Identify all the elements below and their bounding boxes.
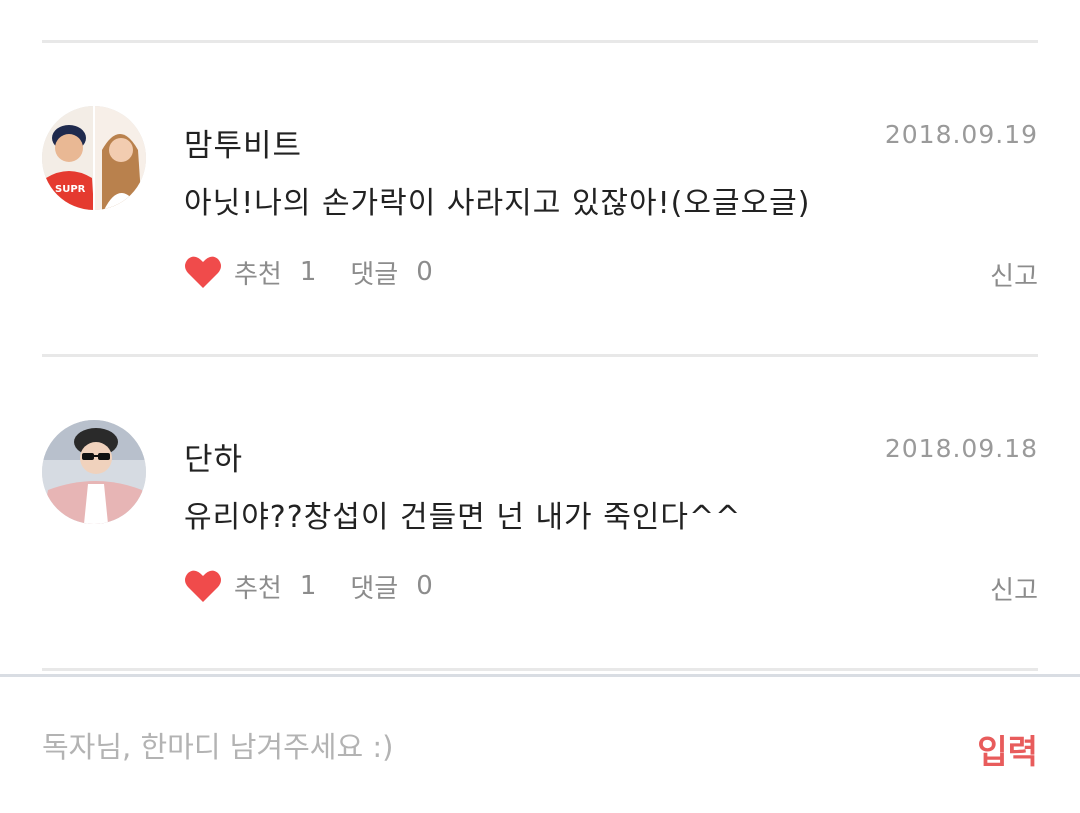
avatar[interactable]: SUPR xyxy=(42,106,146,210)
reply-label: 댓글 xyxy=(350,573,399,604)
reply-button[interactable]: 댓글 0 xyxy=(350,254,432,291)
like-count: 1 xyxy=(299,257,317,287)
report-button[interactable]: 신고 xyxy=(990,570,1038,607)
like-button[interactable]: 추천 1 xyxy=(184,568,316,605)
reply-count: 0 xyxy=(416,571,433,601)
like-count: 1 xyxy=(299,571,317,601)
svg-text:SUPR: SUPR xyxy=(55,184,86,195)
reply-label: 댓글 xyxy=(350,259,399,290)
comment-text: 아닛!나의 손가락이 사라지고 있잖아!(오글오글) xyxy=(184,186,811,221)
submit-button[interactable]: 입력 xyxy=(977,725,1038,773)
top-divider xyxy=(42,40,1038,43)
comment-author: 맘투비트 xyxy=(184,128,303,164)
comment-date: 2018.09.19 xyxy=(884,120,1038,149)
avatar-photo xyxy=(42,420,146,524)
comment-date: 2018.09.18 xyxy=(884,434,1038,463)
comment-input[interactable] xyxy=(42,715,902,779)
heart-icon xyxy=(185,570,221,602)
comment-actions: 추천 1 댓글 0 xyxy=(184,566,433,606)
comment-actions: 추천 1 댓글 0 xyxy=(184,252,433,292)
avatar[interactable] xyxy=(42,420,146,524)
heart-icon xyxy=(185,256,221,288)
comment-item: SUPR 맘투비트 2018.09.19 아닛!나의 손가락이 사라지고 있잖아… xyxy=(0,106,1080,366)
report-button[interactable]: 신고 xyxy=(990,256,1038,293)
comment-divider xyxy=(42,668,1038,671)
comment-text: 유리야??창섭이 건들면 넌 내가 죽인다^^ xyxy=(184,500,742,535)
comment-author: 단하 xyxy=(184,442,244,478)
like-label: 추천 xyxy=(234,573,282,604)
reply-button[interactable]: 댓글 0 xyxy=(350,568,432,605)
comment-divider xyxy=(42,354,1038,357)
like-label: 추천 xyxy=(234,259,282,290)
like-button[interactable]: 추천 1 xyxy=(184,254,316,291)
reply-count: 0 xyxy=(416,257,433,287)
comment-item: 단하 2018.09.18 유리야??창섭이 건들면 넌 내가 죽인다^^ 추천… xyxy=(0,420,1080,680)
avatar-photo: SUPR xyxy=(42,106,146,210)
comment-input-bar: 입력 xyxy=(0,674,1080,813)
